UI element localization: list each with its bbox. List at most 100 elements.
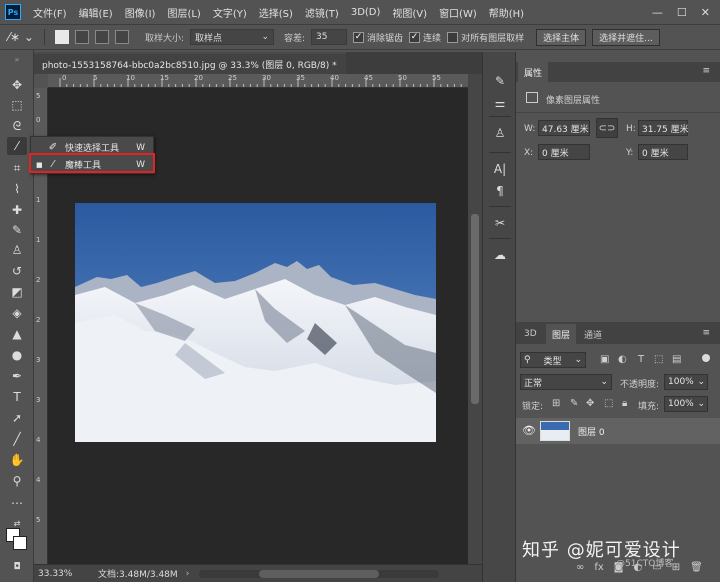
line-tool-icon[interactable]: ╱ <box>7 430 27 448</box>
hand-tool-icon[interactable]: ✋ <box>7 451 27 469</box>
dodge-tool-icon[interactable]: ● <box>7 346 27 364</box>
brush-tool-icon[interactable]: ✎ <box>7 221 27 239</box>
menu-window[interactable]: 窗口(W) <box>433 5 483 20</box>
layer-row[interactable]: 👁︎ 图层 0 <box>516 418 720 444</box>
eraser-tool-icon[interactable]: ◩ <box>7 283 27 301</box>
quick-mask-icon[interactable]: ◘ <box>7 558 27 576</box>
ruler-tick-label: 2 <box>36 316 41 324</box>
layer-style-icon[interactable]: fx <box>594 562 603 573</box>
add-to-selection-icon[interactable] <box>74 30 89 44</box>
crop-tool-icon[interactable]: ⌗ <box>7 159 27 177</box>
magic-wand-tool-icon[interactable]: ⁄ <box>7 137 27 155</box>
panel-menu-icon[interactable]: ≡ <box>702 66 710 76</box>
character-icon[interactable]: A| <box>491 160 509 178</box>
filter-toggle-icon[interactable] <box>702 354 710 362</box>
zoom-tool-icon[interactable]: ⚲ <box>7 472 27 490</box>
fill-input[interactable]: 100% ⌄ <box>664 396 708 412</box>
minimize-icon[interactable]: — <box>652 6 663 19</box>
magic-wand-preset-icon[interactable]: ⁄∗ ⌄ <box>8 30 34 44</box>
blur-tool-icon[interactable]: ▲ <box>7 325 27 343</box>
layer-filter-select[interactable]: ⚲ 类型 ⌄ <box>520 352 586 368</box>
layers-panel-menu-icon[interactable]: ≡ <box>702 328 710 338</box>
ruler-tick-label: 2 <box>36 276 41 284</box>
subtract-from-selection-icon[interactable] <box>94 30 109 44</box>
pen-tool-icon[interactable]: ✒ <box>7 367 27 385</box>
menu-file[interactable]: 文件(F) <box>27 5 73 20</box>
tool-presets-icon[interactable]: ✂ <box>491 214 509 232</box>
eyedropper-tool-icon[interactable]: ⌇ <box>7 180 27 198</box>
tolerance-input[interactable]: 35 <box>311 29 348 45</box>
filter-smart-object-icon[interactable]: ▤ <box>672 354 681 365</box>
close-icon[interactable]: ✕ <box>701 6 710 19</box>
visibility-eye-icon[interactable]: 👁︎ <box>522 424 536 437</box>
sample-size-select[interactable]: 取样点 ⌄ <box>189 29 274 45</box>
history-brush-icon[interactable]: ↺ <box>7 262 27 280</box>
maximize-icon[interactable]: ☐ <box>677 6 687 19</box>
paint-bucket-icon[interactable]: ◈ <box>7 304 27 322</box>
menu-layer[interactable]: 图层(L) <box>161 5 206 20</box>
tab-layers[interactable]: 图层 <box>546 324 577 344</box>
status-menu-arrow-icon[interactable]: › <box>186 569 190 579</box>
type-tool-icon[interactable]: T <box>7 388 27 406</box>
new-selection-icon[interactable] <box>54 30 69 44</box>
tab-channels[interactable]: 通道 <box>578 324 608 344</box>
mountain-photo[interactable] <box>75 203 436 442</box>
adjustments-icon[interactable]: ⚌ <box>491 94 509 112</box>
link-layers-icon[interactable]: ∞ <box>576 562 584 573</box>
link-dimensions-icon[interactable]: ⊂⊃ <box>596 118 618 138</box>
menu-help[interactable]: 帮助(H) <box>483 5 530 20</box>
opacity-input[interactable]: 100% ⌄ <box>664 374 708 390</box>
select-and-mask-button[interactable]: 选择并遮住... <box>592 28 660 46</box>
filter-shape-icon[interactable]: ⬚ <box>654 354 663 365</box>
layer-name[interactable]: 图层 0 <box>578 425 605 438</box>
menu-image[interactable]: 图像(I) <box>119 5 162 20</box>
more-tools-icon[interactable]: ⋯ <box>7 494 27 512</box>
tab-properties[interactable]: 属性 <box>518 62 549 82</box>
filter-adjustment-icon[interactable]: ◐ <box>618 354 627 365</box>
height-input[interactable]: 31.75 厘米 <box>638 120 689 136</box>
lasso-tool-icon[interactable]: ᘓ <box>7 117 27 135</box>
select-subject-button[interactable]: 选择主体 <box>536 28 587 46</box>
zoom-level[interactable]: 33.33% <box>38 569 98 579</box>
filter-pixel-icon[interactable]: ▣ <box>600 354 609 365</box>
lock-position-icon[interactable]: ✥ <box>586 398 594 409</box>
path-selection-icon[interactable]: ➚ <box>7 409 27 427</box>
antialias-checkbox[interactable]: ✓ 消除锯齿 <box>353 31 403 44</box>
width-input[interactable]: 47.63 厘米 <box>538 120 590 136</box>
fill-value: 100% <box>668 399 694 409</box>
lock-artboard-icon[interactable]: ⬚ <box>604 398 613 409</box>
vertical-scrollbar[interactable] <box>468 74 482 564</box>
y-input[interactable]: 0 厘米 <box>638 144 688 160</box>
tab-3d[interactable]: 3D <box>518 324 543 344</box>
brush-settings-icon[interactable]: ✎ <box>491 72 509 90</box>
intersect-selection-icon[interactable] <box>114 30 129 44</box>
collapse-arrows-icon[interactable]: » <box>7 50 27 68</box>
move-tool-icon[interactable]: ✥ <box>7 76 27 94</box>
libraries-icon[interactable]: ☁ <box>491 246 509 264</box>
horizontal-scrollbar-thumb[interactable] <box>259 569 380 578</box>
paragraph-icon[interactable]: ¶ <box>491 182 509 200</box>
filter-type-icon[interactable]: T <box>638 354 644 365</box>
menu-edit[interactable]: 编辑(E) <box>73 5 119 20</box>
background-color-swatch[interactable] <box>13 536 27 550</box>
clone-stamp-icon[interactable]: ♙ <box>7 241 27 259</box>
lock-transparent-icon[interactable]: ⊞ <box>552 398 560 409</box>
menu-type[interactable]: 文字(Y) <box>207 5 253 20</box>
blend-mode-select[interactable]: 正常 ⌄ <box>520 374 612 390</box>
lock-all-icon[interactable]: 🔒︎ <box>622 398 627 409</box>
contiguous-checkbox[interactable]: ✓ 连续 <box>409 31 441 44</box>
clone-source-icon[interactable]: ♙ <box>491 124 509 142</box>
all-layers-checkbox[interactable]: 对所有图层取样 <box>447 31 524 44</box>
menu-select[interactable]: 选择(S) <box>253 5 299 20</box>
menu-filter[interactable]: 滤镜(T) <box>299 5 345 20</box>
horizontal-scrollbar[interactable] <box>199 569 440 578</box>
delete-layer-icon[interactable]: 🗑︎ <box>690 562 703 573</box>
lock-image-icon[interactable]: ✎ <box>570 398 578 409</box>
document-tab[interactable]: photo-1553158764-bbc0a2bc8510.jpg @ 33.3… <box>34 52 352 74</box>
x-input[interactable]: 0 厘米 <box>538 144 590 160</box>
marquee-tool-icon[interactable]: ⬚ <box>7 96 27 114</box>
healing-brush-icon[interactable]: ✚ <box>7 201 27 219</box>
scrollbar-thumb[interactable] <box>471 214 479 404</box>
menu-view[interactable]: 视图(V) <box>386 5 433 20</box>
menu-3d[interactable]: 3D(D) <box>345 7 387 18</box>
